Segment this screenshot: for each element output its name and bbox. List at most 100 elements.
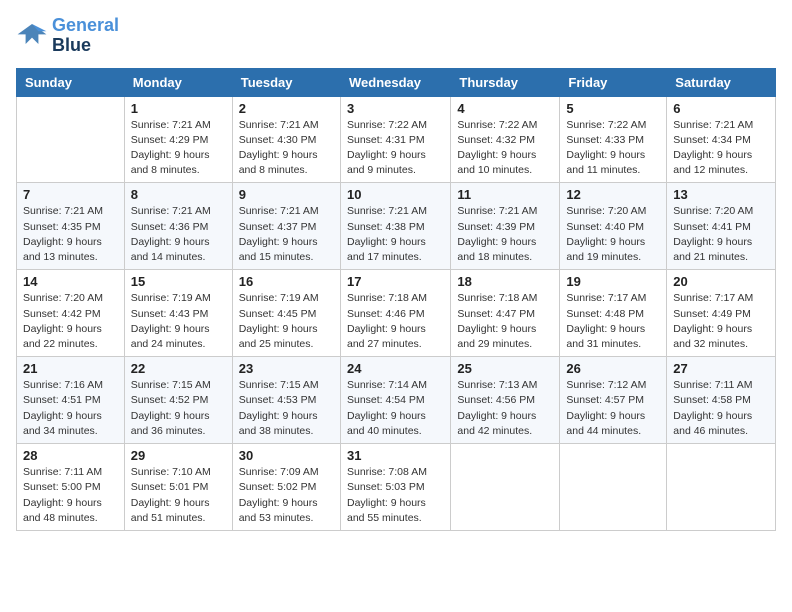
day-info: Sunrise: 7:17 AMSunset: 4:49 PMDaylight:… — [673, 291, 769, 352]
calendar-cell: 12 Sunrise: 7:20 AMSunset: 4:40 PMDayligh… — [560, 183, 667, 270]
calendar-cell: 26 Sunrise: 7:12 AMSunset: 4:57 PMDayligh… — [560, 357, 667, 444]
logo: General Blue — [16, 16, 119, 56]
calendar-cell: 20 Sunrise: 7:17 AMSunset: 4:49 PMDayligh… — [667, 270, 776, 357]
day-number: 2 — [239, 101, 334, 116]
day-info: Sunrise: 7:21 AMSunset: 4:34 PMDaylight:… — [673, 118, 769, 179]
calendar-cell — [560, 444, 667, 531]
day-number: 13 — [673, 187, 769, 202]
day-number: 14 — [23, 274, 118, 289]
day-info: Sunrise: 7:18 AMSunset: 4:46 PMDaylight:… — [347, 291, 444, 352]
calendar-cell: 8 Sunrise: 7:21 AMSunset: 4:36 PMDaylight… — [124, 183, 232, 270]
weekday-header-sunday: Sunday — [17, 68, 125, 96]
day-number: 8 — [131, 187, 226, 202]
calendar-cell: 29 Sunrise: 7:10 AMSunset: 5:01 PMDayligh… — [124, 444, 232, 531]
day-info: Sunrise: 7:20 AMSunset: 4:41 PMDaylight:… — [673, 204, 769, 265]
day-info: Sunrise: 7:13 AMSunset: 4:56 PMDaylight:… — [457, 378, 553, 439]
day-number: 5 — [566, 101, 660, 116]
day-number: 27 — [673, 361, 769, 376]
day-info: Sunrise: 7:19 AMSunset: 4:43 PMDaylight:… — [131, 291, 226, 352]
calendar-cell: 10 Sunrise: 7:21 AMSunset: 4:38 PMDayligh… — [340, 183, 450, 270]
day-number: 12 — [566, 187, 660, 202]
day-number: 21 — [23, 361, 118, 376]
day-number: 11 — [457, 187, 553, 202]
day-info: Sunrise: 7:20 AMSunset: 4:42 PMDaylight:… — [23, 291, 118, 352]
day-info: Sunrise: 7:18 AMSunset: 4:47 PMDaylight:… — [457, 291, 553, 352]
day-number: 26 — [566, 361, 660, 376]
calendar-cell: 21 Sunrise: 7:16 AMSunset: 4:51 PMDayligh… — [17, 357, 125, 444]
day-info: Sunrise: 7:16 AMSunset: 4:51 PMDaylight:… — [23, 378, 118, 439]
day-number: 9 — [239, 187, 334, 202]
day-number: 29 — [131, 448, 226, 463]
calendar-cell: 7Sunrise: 7:21 AMSunset: 4:35 PMDaylight… — [17, 183, 125, 270]
calendar-cell: 22 Sunrise: 7:15 AMSunset: 4:52 PMDayligh… — [124, 357, 232, 444]
calendar-cell: 4 Sunrise: 7:22 AMSunset: 4:32 PMDaylight… — [451, 96, 560, 183]
day-number: 18 — [457, 274, 553, 289]
weekday-header-friday: Friday — [560, 68, 667, 96]
day-info: Sunrise: 7:20 AMSunset: 4:40 PMDaylight:… — [566, 204, 660, 265]
day-number: 22 — [131, 361, 226, 376]
day-number: 1 — [131, 101, 226, 116]
weekday-header-tuesday: Tuesday — [232, 68, 340, 96]
day-number: 23 — [239, 361, 334, 376]
day-number: 20 — [673, 274, 769, 289]
calendar-cell: 1 Sunrise: 7:21 AMSunset: 4:29 PMDaylight… — [124, 96, 232, 183]
calendar-cell — [667, 444, 776, 531]
day-info: Sunrise: 7:21 AMSunset: 4:38 PMDaylight:… — [347, 204, 444, 265]
day-number: 24 — [347, 361, 444, 376]
day-info: Sunrise: 7:21 AMSunset: 4:37 PMDaylight:… — [239, 204, 334, 265]
calendar-cell: 9 Sunrise: 7:21 AMSunset: 4:37 PMDaylight… — [232, 183, 340, 270]
day-info: Sunrise: 7:15 AMSunset: 4:52 PMDaylight:… — [131, 378, 226, 439]
calendar-cell: 31Sunrise: 7:08 AMSunset: 5:03 PMDayligh… — [340, 444, 450, 531]
day-info: Sunrise: 7:22 AMSunset: 4:32 PMDaylight:… — [457, 118, 553, 179]
weekday-header-monday: Monday — [124, 68, 232, 96]
calendar-cell: 5 Sunrise: 7:22 AMSunset: 4:33 PMDaylight… — [560, 96, 667, 183]
day-number: 30 — [239, 448, 334, 463]
day-info: Sunrise: 7:22 AMSunset: 4:31 PMDaylight:… — [347, 118, 444, 179]
day-info: Sunrise: 7:14 AMSunset: 4:54 PMDaylight:… — [347, 378, 444, 439]
day-info: Sunrise: 7:21 AMSunset: 4:30 PMDaylight:… — [239, 118, 334, 179]
calendar-cell: 16 Sunrise: 7:19 AMSunset: 4:45 PMDayligh… — [232, 270, 340, 357]
day-info: Sunrise: 7:12 AMSunset: 4:57 PMDaylight:… — [566, 378, 660, 439]
day-info: Sunrise: 7:11 AMSunset: 5:00 PMDaylight:… — [23, 465, 118, 526]
page-header: General Blue — [16, 16, 776, 56]
day-number: 3 — [347, 101, 444, 116]
calendar-cell: 13 Sunrise: 7:20 AMSunset: 4:41 PMDayligh… — [667, 183, 776, 270]
calendar-cell: 3 Sunrise: 7:22 AMSunset: 4:31 PMDaylight… — [340, 96, 450, 183]
calendar-cell — [451, 444, 560, 531]
day-info: Sunrise: 7:08 AMSunset: 5:03 PMDaylight:… — [347, 465, 444, 526]
logo-icon — [16, 20, 48, 52]
day-number: 28 — [23, 448, 118, 463]
calendar-cell: 14 Sunrise: 7:20 AMSunset: 4:42 PMDayligh… — [17, 270, 125, 357]
weekday-header-wednesday: Wednesday — [340, 68, 450, 96]
day-info: Sunrise: 7:15 AMSunset: 4:53 PMDaylight:… — [239, 378, 334, 439]
day-info: Sunrise: 7:21 AMSunset: 4:35 PMDaylight:… — [23, 204, 118, 265]
logo-text: General Blue — [52, 16, 119, 56]
day-info: Sunrise: 7:10 AMSunset: 5:01 PMDaylight:… — [131, 465, 226, 526]
weekday-header-thursday: Thursday — [451, 68, 560, 96]
calendar-cell: 23 Sunrise: 7:15 AMSunset: 4:53 PMDayligh… — [232, 357, 340, 444]
day-number: 6 — [673, 101, 769, 116]
calendar-cell: 28 Sunrise: 7:11 AMSunset: 5:00 PMDayligh… — [17, 444, 125, 531]
day-info: Sunrise: 7:21 AMSunset: 4:29 PMDaylight:… — [131, 118, 226, 179]
calendar-cell: 11 Sunrise: 7:21 AMSunset: 4:39 PMDayligh… — [451, 183, 560, 270]
day-number: 17 — [347, 274, 444, 289]
day-info: Sunrise: 7:09 AMSunset: 5:02 PMDaylight:… — [239, 465, 334, 526]
calendar-cell: 2 Sunrise: 7:21 AMSunset: 4:30 PMDaylight… — [232, 96, 340, 183]
calendar-cell: 18 Sunrise: 7:18 AMSunset: 4:47 PMDayligh… — [451, 270, 560, 357]
day-info: Sunrise: 7:22 AMSunset: 4:33 PMDaylight:… — [566, 118, 660, 179]
day-info: Sunrise: 7:21 AMSunset: 4:39 PMDaylight:… — [457, 204, 553, 265]
day-number: 25 — [457, 361, 553, 376]
calendar-table: SundayMondayTuesdayWednesdayThursdayFrid… — [16, 68, 776, 531]
calendar-cell: 19 Sunrise: 7:17 AMSunset: 4:48 PMDayligh… — [560, 270, 667, 357]
day-number: 15 — [131, 274, 226, 289]
day-number: 4 — [457, 101, 553, 116]
day-info: Sunrise: 7:19 AMSunset: 4:45 PMDaylight:… — [239, 291, 334, 352]
calendar-cell: 17 Sunrise: 7:18 AMSunset: 4:46 PMDayligh… — [340, 270, 450, 357]
day-number: 10 — [347, 187, 444, 202]
calendar-cell: 25 Sunrise: 7:13 AMSunset: 4:56 PMDayligh… — [451, 357, 560, 444]
day-number: 16 — [239, 274, 334, 289]
calendar-cell: 6 Sunrise: 7:21 AMSunset: 4:34 PMDaylight… — [667, 96, 776, 183]
day-number: 19 — [566, 274, 660, 289]
day-info: Sunrise: 7:17 AMSunset: 4:48 PMDaylight:… — [566, 291, 660, 352]
day-info: Sunrise: 7:21 AMSunset: 4:36 PMDaylight:… — [131, 204, 226, 265]
